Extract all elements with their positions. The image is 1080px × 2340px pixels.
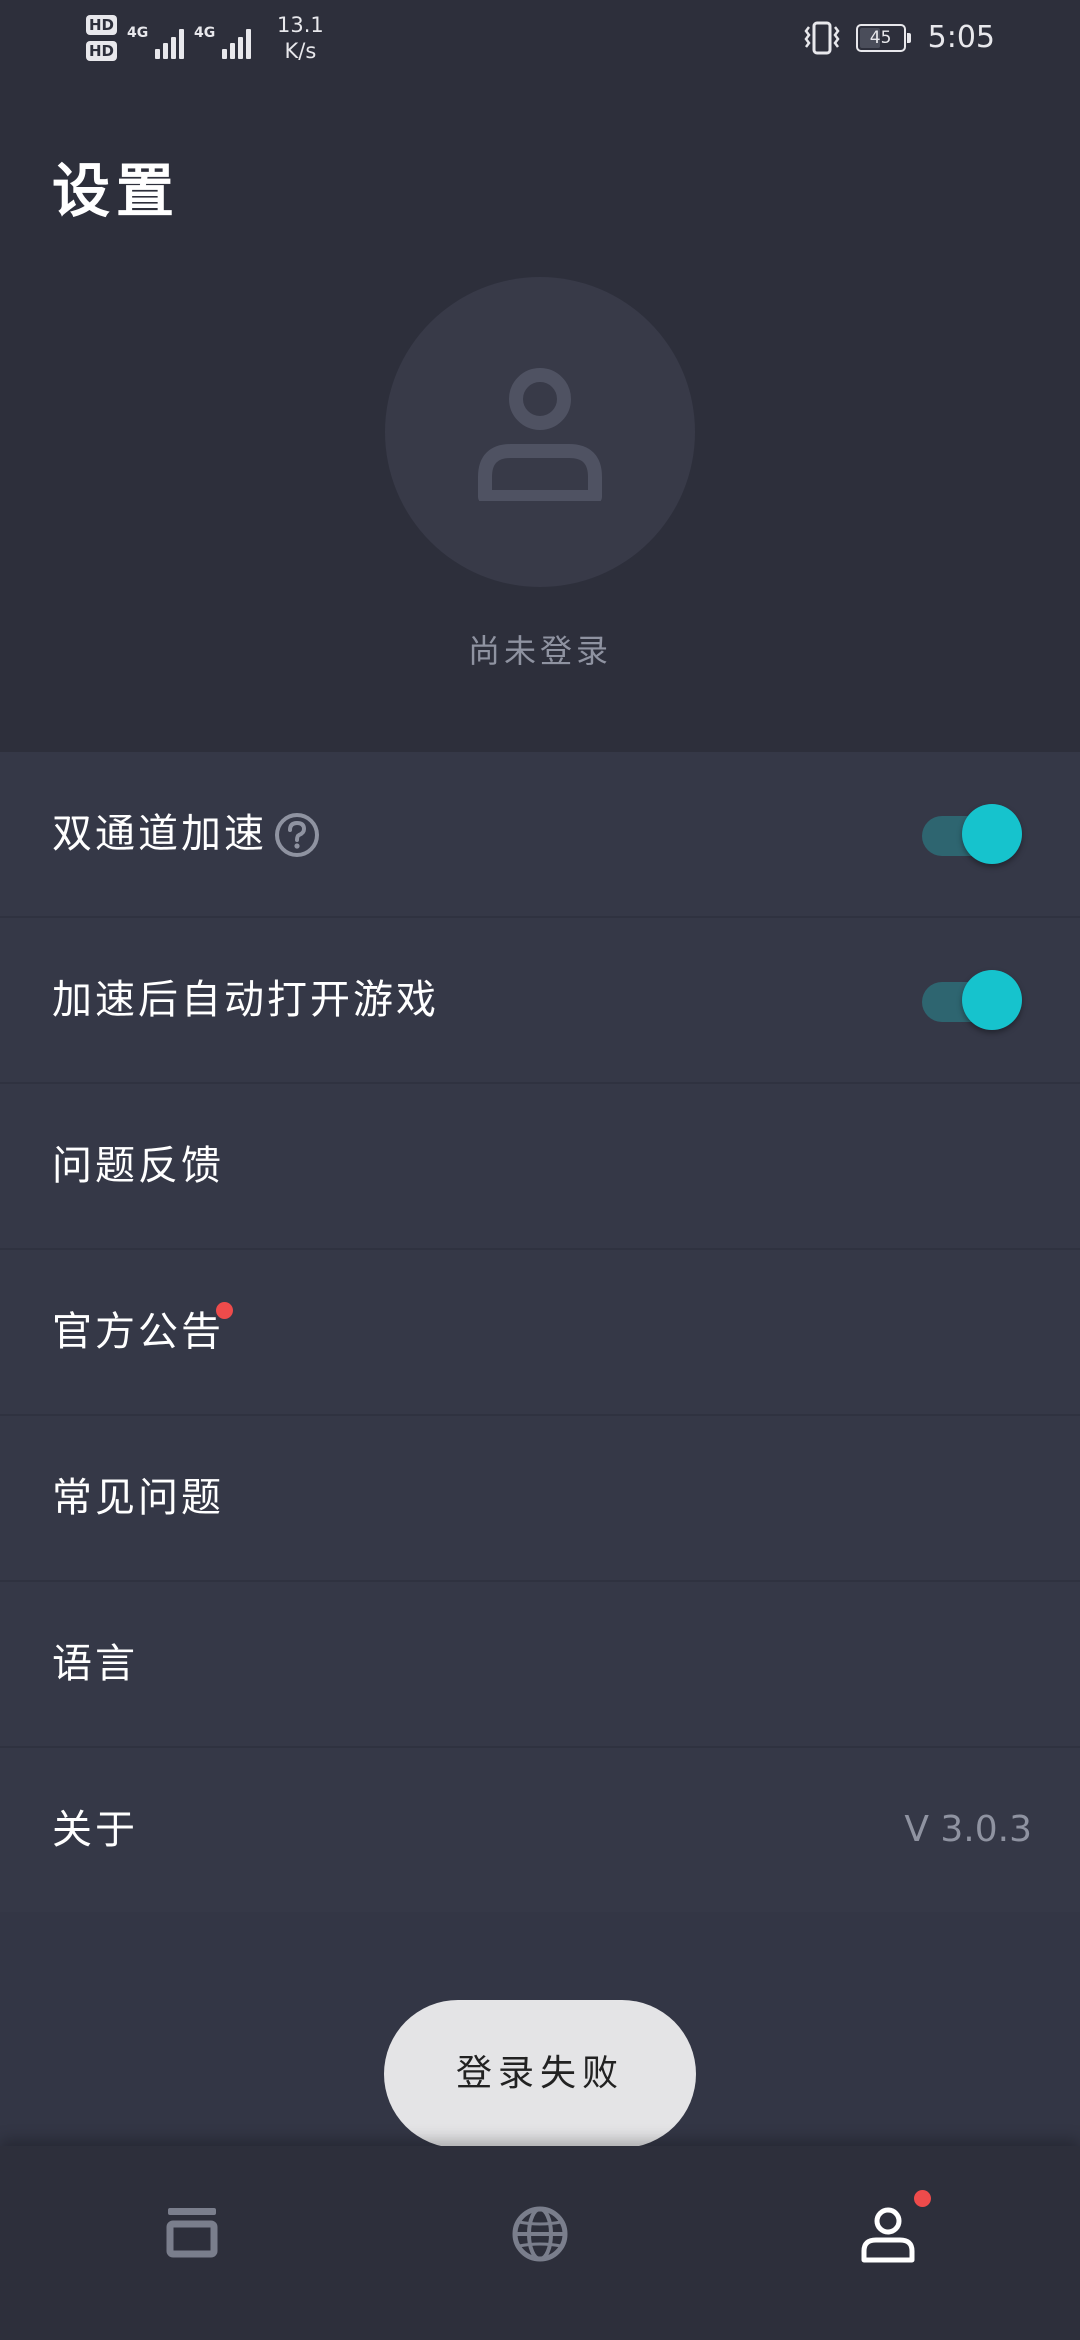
login-status[interactable]: 尚未登录 (0, 626, 1080, 672)
setting-faq[interactable]: 常见问题 (0, 1416, 1080, 1582)
setting-about[interactable]: 关于 V 3.0.3 (0, 1748, 1080, 1912)
toggle-knob (962, 804, 1022, 864)
toast-message: 登录失败 (384, 2000, 696, 2148)
status-time: 5:05 (927, 20, 995, 55)
help-icon[interactable] (273, 811, 321, 863)
setting-language[interactable]: 语言 (0, 1582, 1080, 1748)
hd-badges: HD HD (86, 15, 118, 61)
setting-auto-open-game: 加速后自动打开游戏 (0, 918, 1080, 1084)
network-speed: 13.1 K/s (277, 12, 324, 64)
nav-global[interactable] (490, 2186, 590, 2286)
user-icon (478, 368, 602, 501)
network-speed-value: 13.1 (277, 13, 324, 37)
status-left: HD HD 4G 4G 13.1 K/s (86, 12, 324, 64)
setting-label: 问题反馈 (52, 1143, 224, 1189)
notification-dot (914, 2190, 931, 2207)
setting-label: 双通道加速 (52, 811, 267, 857)
setting-announcement[interactable]: 官方公告 (0, 1250, 1080, 1416)
globe-icon (512, 2206, 568, 2262)
bottom-nav (0, 2146, 1080, 2340)
settings-list: 双通道加速 加速后自动打开游戏 问题反馈 官方公告 常见问题 语言 关于 V 3… (0, 752, 1080, 1912)
setting-label: 常见问题 (52, 1475, 224, 1521)
profile-header: 设置 尚未登录 (0, 80, 1080, 752)
avatar[interactable] (385, 277, 695, 587)
dual-channel-toggle[interactable] (918, 804, 1022, 864)
toggle-knob (962, 970, 1022, 1030)
status-bar: HD HD 4G 4G 13.1 K/s 45 5:05 (0, 0, 1080, 80)
profile-icon (861, 2207, 915, 2263)
network-speed-unit: K/s (284, 39, 317, 63)
hd-badge-icon: HD (86, 15, 118, 35)
network-type-label: 4G (194, 25, 216, 41)
battery-icon: 45 (855, 23, 911, 52)
vibrate-icon (802, 21, 842, 55)
signal-icon: 4G (194, 17, 252, 59)
setting-dual-channel: 双通道加速 (0, 752, 1080, 918)
hd-badge-icon: HD (86, 41, 118, 61)
signal-icon: 4G (127, 17, 185, 59)
nav-profile[interactable] (838, 2186, 938, 2286)
setting-feedback[interactable]: 问题反馈 (0, 1084, 1080, 1250)
setting-label: 语言 (52, 1641, 138, 1687)
setting-label: 官方公告 (52, 1309, 224, 1355)
status-right: 45 5:05 (802, 20, 995, 55)
notification-dot (216, 1302, 233, 1319)
setting-label: 关于 (52, 1807, 138, 1853)
auto-open-game-toggle[interactable] (918, 970, 1022, 1030)
battery-level: 45 (869, 27, 892, 48)
setting-label: 加速后自动打开游戏 (52, 977, 439, 1023)
network-type-label: 4G (127, 25, 149, 41)
version-text: V 3.0.3 (904, 1809, 1032, 1850)
games-icon (166, 2208, 218, 2258)
nav-games[interactable] (142, 2186, 242, 2286)
page-title: 设置 (52, 157, 181, 225)
